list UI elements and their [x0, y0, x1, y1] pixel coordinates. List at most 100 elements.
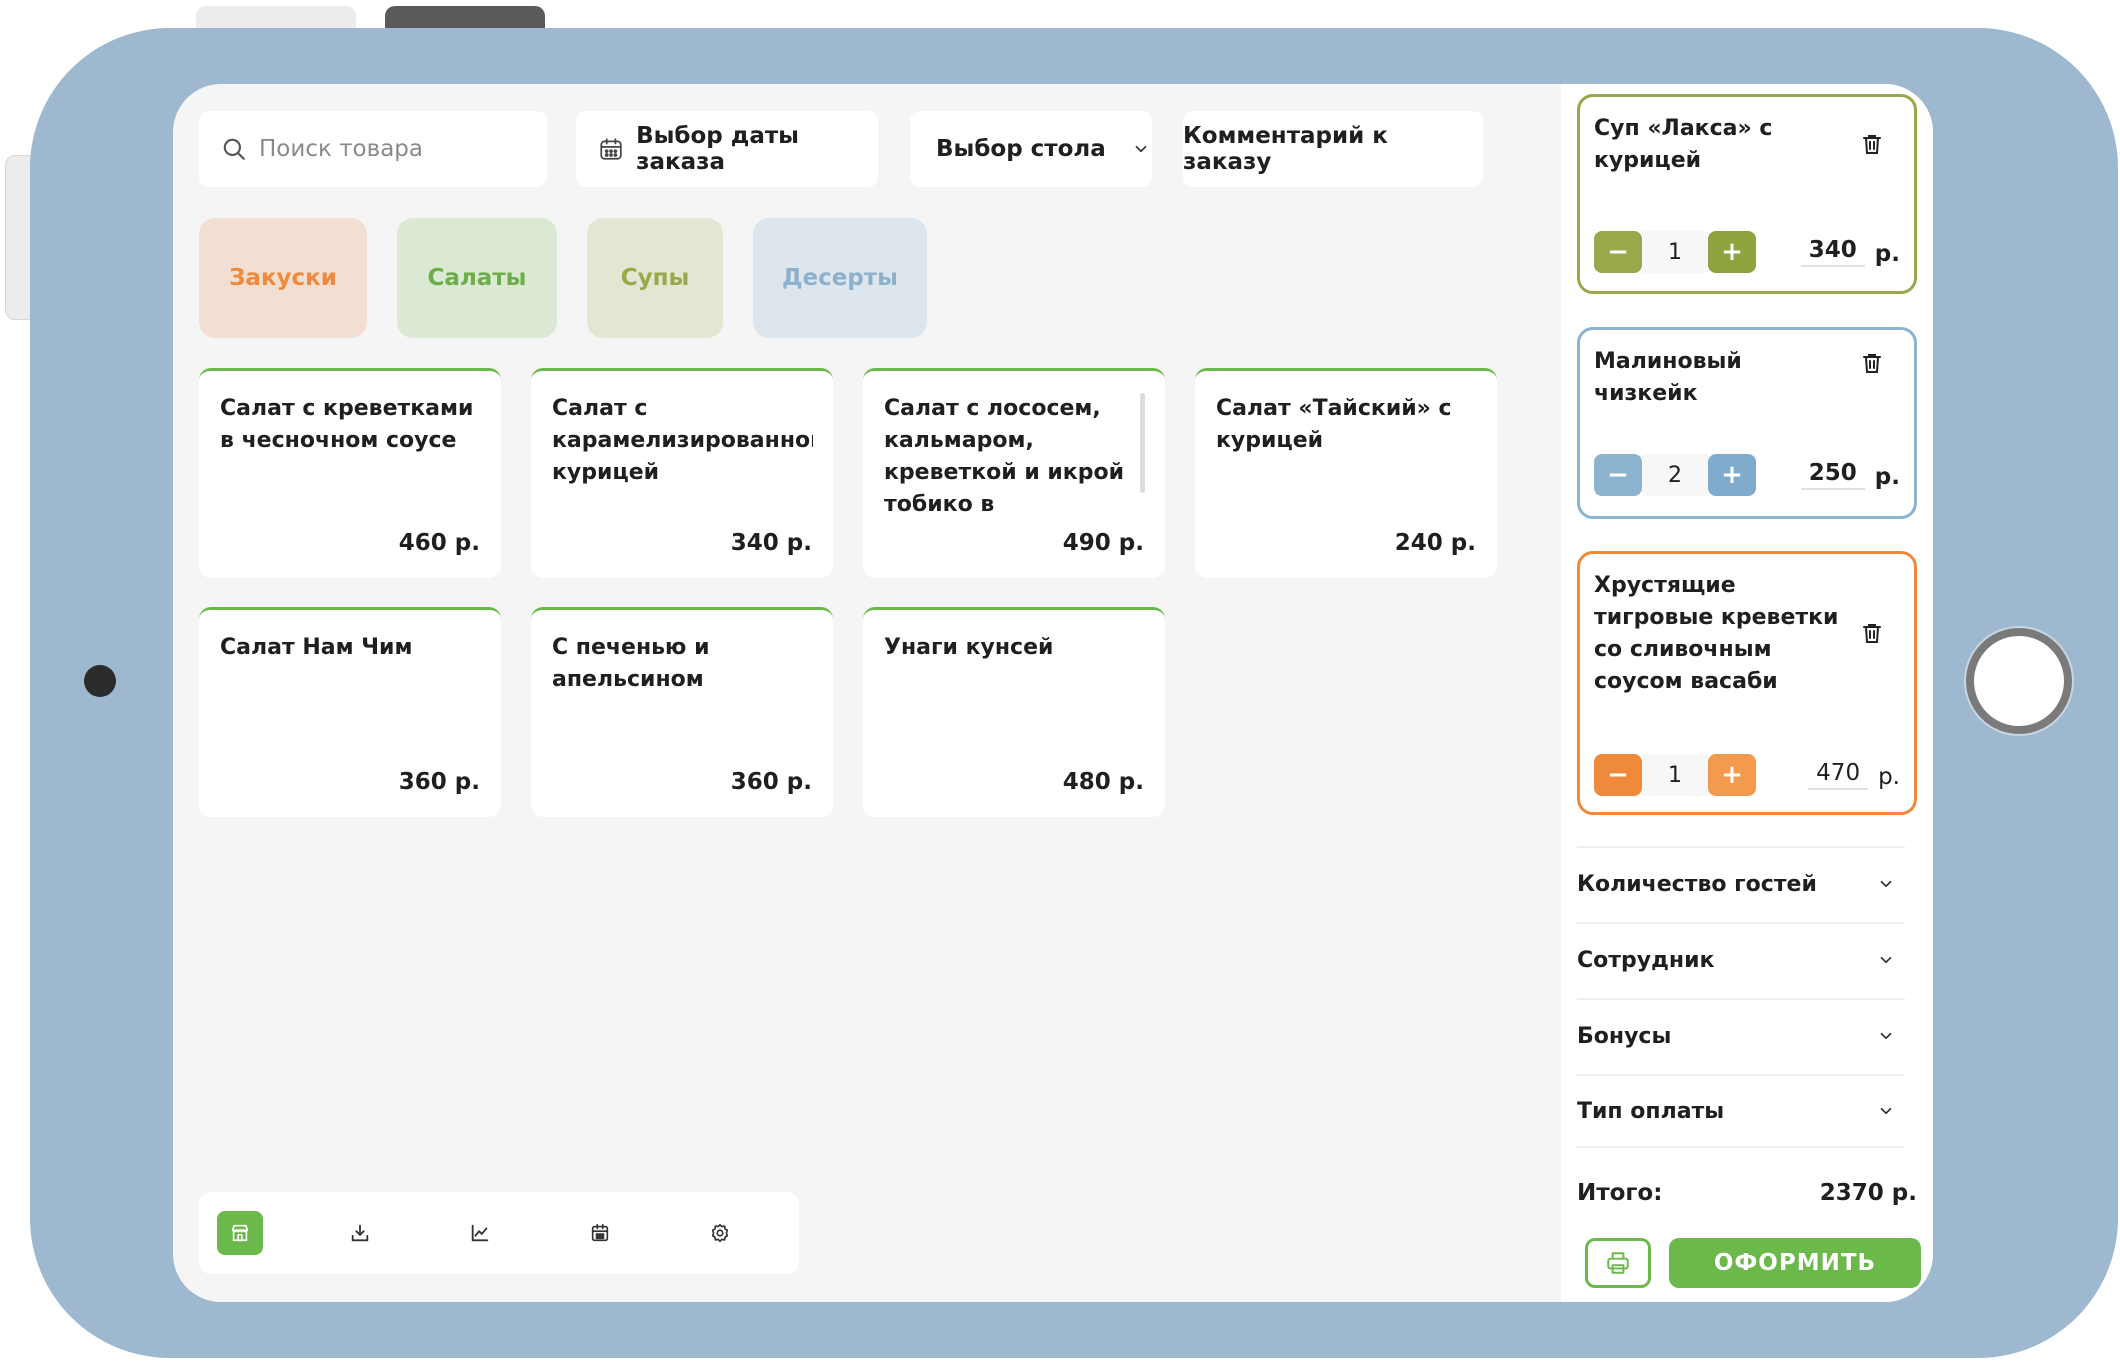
bonuses-select[interactable]: Бонусы	[1577, 998, 1905, 1072]
search-input[interactable]: Поиск товара	[199, 111, 547, 187]
product-price: 360 р.	[398, 769, 480, 795]
product-card[interactable]: С печенью и апельсином 360 р.	[531, 607, 833, 817]
category-soups[interactable]: Супы	[587, 218, 723, 338]
chevron-down-icon	[1880, 956, 1892, 964]
settings-icon	[711, 1223, 729, 1243]
bottom-nav	[199, 1192, 799, 1274]
increase-button[interactable]: +	[1708, 754, 1756, 796]
order-item: Суп «Лакса» с курицей − 1 + 340 р.	[1577, 94, 1917, 294]
product-name: Салат с лососем, кальмаром, креветкой и …	[884, 396, 1125, 517]
product-name: Унаги кунсей	[884, 635, 1054, 660]
date-picker-label: Выбор даты заказа	[636, 123, 799, 175]
submit-order-button[interactable]: ОФОРМИТЬ	[1669, 1238, 1921, 1288]
calendar-icon	[591, 1223, 609, 1242]
category-label: Десерты	[782, 265, 898, 291]
quantity-value[interactable]: 1	[1642, 231, 1708, 273]
download-icon	[351, 1224, 369, 1242]
product-card[interactable]: Салат с креветками в чесночном соусе 460…	[199, 368, 501, 578]
employee-select[interactable]: Сотрудник	[1577, 922, 1905, 996]
price-value[interactable]: 250	[1800, 460, 1865, 490]
order-item-name: Малиновый чизкейк	[1594, 349, 1742, 406]
increase-button[interactable]: +	[1708, 454, 1756, 496]
decrease-button[interactable]: −	[1594, 231, 1642, 273]
order-item: Хрустящие тигровые креветки со сливочным…	[1577, 551, 1917, 815]
category-label: Супы	[620, 265, 690, 291]
category-label: Салаты	[427, 265, 527, 291]
currency-label: р.	[1878, 764, 1900, 790]
decrease-button[interactable]: −	[1594, 454, 1642, 496]
dropdown-label: Количество гостей	[1577, 871, 1817, 897]
order-item-price: 470 р.	[1808, 760, 1900, 790]
quantity-stepper: − 1 +	[1594, 231, 1756, 273]
product-name: Салат с карамелизированной курицей	[552, 396, 813, 485]
product-card[interactable]: Унаги кунсей 480 р.	[863, 607, 1165, 817]
nav-analytics[interactable]	[457, 1211, 503, 1255]
dropdown-label: Бонусы	[1577, 1023, 1672, 1049]
nav-download[interactable]	[337, 1211, 383, 1255]
order-item-price: 250 р.	[1800, 460, 1900, 490]
price-value[interactable]: 340	[1800, 237, 1865, 267]
product-card[interactable]: Салат «Тайский» с курицей 240 р.	[1195, 368, 1497, 578]
trash-icon[interactable]	[1860, 131, 1884, 157]
printer-icon	[1607, 1252, 1629, 1274]
print-button[interactable]	[1585, 1238, 1651, 1288]
chart-icon	[471, 1224, 489, 1242]
currency-label: р.	[1874, 464, 1900, 490]
product-card[interactable]: Салат с лососем, кальмаром, креветкой и …	[863, 368, 1165, 578]
decrease-button[interactable]: −	[1594, 754, 1642, 796]
product-card[interactable]: Салат с карамелизированной курицей 340 р…	[531, 368, 833, 578]
nav-settings[interactable]	[697, 1211, 743, 1255]
table-select[interactable]: Выбор стола	[910, 111, 1152, 187]
category-salads[interactable]: Салаты	[397, 218, 557, 338]
product-name: Салат с креветками в чесночном соусе	[220, 396, 474, 453]
quantity-value[interactable]: 1	[1642, 754, 1708, 796]
trash-icon[interactable]	[1860, 620, 1884, 646]
date-picker-button[interactable]: Выбор даты заказа	[576, 111, 878, 187]
product-price: 490 р.	[1062, 530, 1144, 556]
guests-count-select[interactable]: Количество гостей	[1577, 846, 1905, 920]
category-label: Закуски	[229, 265, 337, 291]
chevron-down-icon	[1880, 1107, 1892, 1115]
payment-type-select[interactable]: Тип оплаты	[1577, 1074, 1905, 1148]
app-screen: Поиск товара Выбор даты заказа Выбор сто…	[173, 84, 1933, 1302]
order-panel: Суп «Лакса» с курицей − 1 + 340 р. Малин…	[1561, 84, 1933, 1302]
dropdown-label: Сотрудник	[1577, 947, 1715, 973]
product-card[interactable]: Салат Нам Чим 360 р.	[199, 607, 501, 817]
search-placeholder: Поиск товара	[259, 136, 423, 162]
category-appetizers[interactable]: Закуски	[199, 218, 367, 338]
chevron-down-icon	[1880, 880, 1892, 888]
product-name: С печенью и апельсином	[552, 635, 710, 692]
chevron-down-icon	[1135, 145, 1147, 153]
search-icon	[223, 138, 245, 160]
category-desserts[interactable]: Десерты	[753, 218, 927, 338]
quantity-value[interactable]: 2	[1642, 454, 1708, 496]
product-name: Салат «Тайский» с курицей	[1216, 396, 1452, 453]
price-value[interactable]: 470	[1808, 760, 1869, 790]
order-item-name: Хрустящие тигровые креветки со сливочным…	[1594, 573, 1839, 694]
product-price: 360 р.	[730, 769, 812, 795]
camera	[84, 665, 116, 697]
total-label: Итого:	[1577, 1180, 1663, 1206]
total-value: 2370 р.	[1819, 1180, 1917, 1206]
calendar-icon	[600, 138, 622, 160]
comment-label: Комментарий к заказу	[1183, 123, 1388, 175]
quantity-stepper: − 2 +	[1594, 454, 1756, 496]
card-scrollbar[interactable]	[1140, 393, 1145, 493]
order-item-name: Суп «Лакса» с курицей	[1594, 116, 1773, 173]
increase-button[interactable]: +	[1708, 231, 1756, 273]
product-price: 340 р.	[730, 530, 812, 556]
trash-icon[interactable]	[1860, 350, 1884, 376]
quantity-stepper: − 1 +	[1594, 754, 1756, 796]
nav-store[interactable]	[217, 1211, 263, 1255]
dropdown-label: Тип оплаты	[1577, 1098, 1725, 1124]
store-icon	[231, 1224, 249, 1242]
product-price: 240 р.	[1394, 530, 1476, 556]
product-name: Салат Нам Чим	[220, 635, 413, 660]
comment-button[interactable]: Комментарий к заказу	[1183, 111, 1483, 187]
product-price: 480 р.	[1062, 769, 1144, 795]
order-item: Малиновый чизкейк − 2 + 250 р.	[1577, 327, 1917, 519]
table-select-label: Выбор стола	[936, 136, 1106, 162]
currency-label: р.	[1874, 241, 1900, 267]
product-price: 460 р.	[398, 530, 480, 556]
nav-calendar[interactable]	[577, 1211, 623, 1255]
